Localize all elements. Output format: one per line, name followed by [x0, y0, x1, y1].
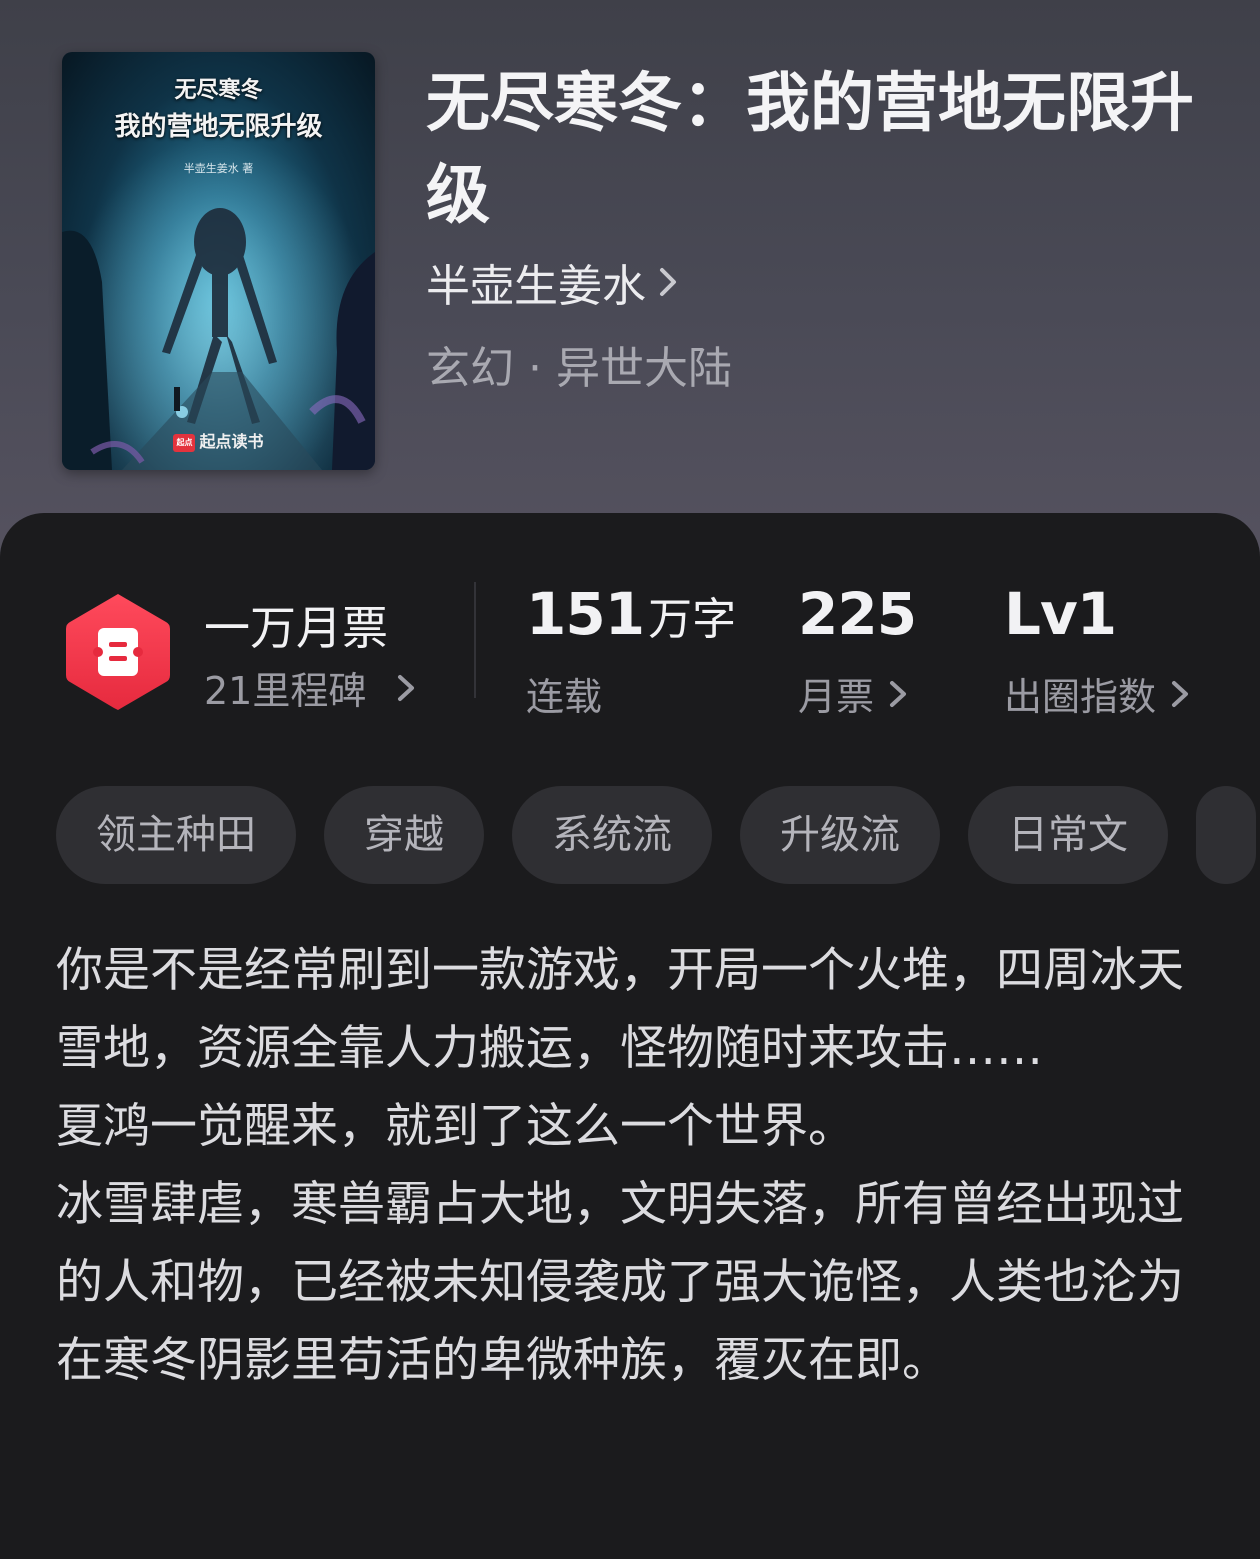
word-count-number: 151 — [526, 580, 645, 648]
chevron-right-icon — [398, 674, 415, 701]
book-title: 无尽寒冬：我的营地无限升级 — [426, 66, 1194, 233]
word-count: 151 万字 — [526, 580, 736, 648]
tag-chip[interactable]: 日常文 — [968, 786, 1168, 884]
monthly-votes-number: 225 — [798, 580, 917, 648]
milestone-title: 一万月票 — [204, 601, 388, 655]
milestone-label: 21里程碑 — [204, 669, 367, 713]
tag-chip[interactable]: 系统流 — [512, 786, 712, 884]
book-description[interactable]: 你是不是经常刷到一款游戏，开局一个火堆，四周冰天雪地，资源全靠人力搬运，怪物随时… — [56, 932, 1216, 1400]
monthly-votes-link[interactable]: 月票 — [798, 666, 914, 721]
popularity-index-value: Lv1 — [1004, 580, 1117, 648]
cover-title-line2: 我的营地无限升级 — [114, 112, 323, 142]
cover-brand-label: 起点读书 — [199, 432, 264, 451]
popularity-index-label: 出圈指数 — [1004, 675, 1157, 719]
tag-chip[interactable]: 穿越 — [324, 786, 484, 884]
chevron-right-icon — [660, 268, 676, 296]
stats-divider — [474, 582, 476, 698]
description-paragraph: 夏鸿一觉醒来，就到了这么一个世界。 — [56, 1099, 855, 1154]
tag-list: 领主种田 穿越 系统流 升级流 日常文 — [56, 786, 1260, 884]
ticket-icon — [66, 594, 170, 710]
qidian-logo-icon: 起点 — [173, 433, 196, 452]
book-genre: 玄幻 · 异世大陆 — [426, 343, 732, 394]
cover-title-line1: 无尽寒冬 — [174, 77, 263, 103]
chevron-right-icon — [1172, 680, 1189, 707]
author-link[interactable]: 半壶生姜水 — [426, 250, 678, 314]
monthly-votes-label: 月票 — [798, 675, 875, 719]
cover-author: 半壶生姜水 著 — [183, 162, 254, 175]
tag-chip[interactable]: 升级流 — [740, 786, 940, 884]
author-name: 半壶生姜水 — [426, 261, 646, 312]
serial-status: 连载 — [526, 675, 603, 719]
chevron-right-icon — [890, 680, 907, 707]
popularity-index-link[interactable]: 出圈指数 — [1004, 666, 1196, 721]
popularity-index-number: Lv1 — [1004, 580, 1117, 648]
book-cover[interactable]: 无尽寒冬 我的营地无限升级 半壶生姜水 著 起点 起点读书 — [62, 52, 375, 470]
monthly-votes-value: 225 — [798, 580, 917, 648]
cover-brand: 起点 起点读书 — [62, 428, 375, 452]
tag-chip-partial[interactable] — [1196, 786, 1256, 884]
description-paragraph: 你是不是经常刷到一款游戏，开局一个火堆，四周冰天雪地，资源全靠人力搬运，怪物随时… — [56, 943, 1184, 1076]
word-count-unit: 万字 — [648, 594, 737, 645]
tag-chip[interactable]: 领主种田 — [56, 786, 296, 884]
description-paragraph: 冰雪肆虐，寒兽霸占大地，文明失落，所有曾经出现过的人和物，已经被未知侵袭成了强大… — [56, 1177, 1184, 1388]
milestone-link[interactable]: 21里程碑 — [204, 660, 428, 715]
